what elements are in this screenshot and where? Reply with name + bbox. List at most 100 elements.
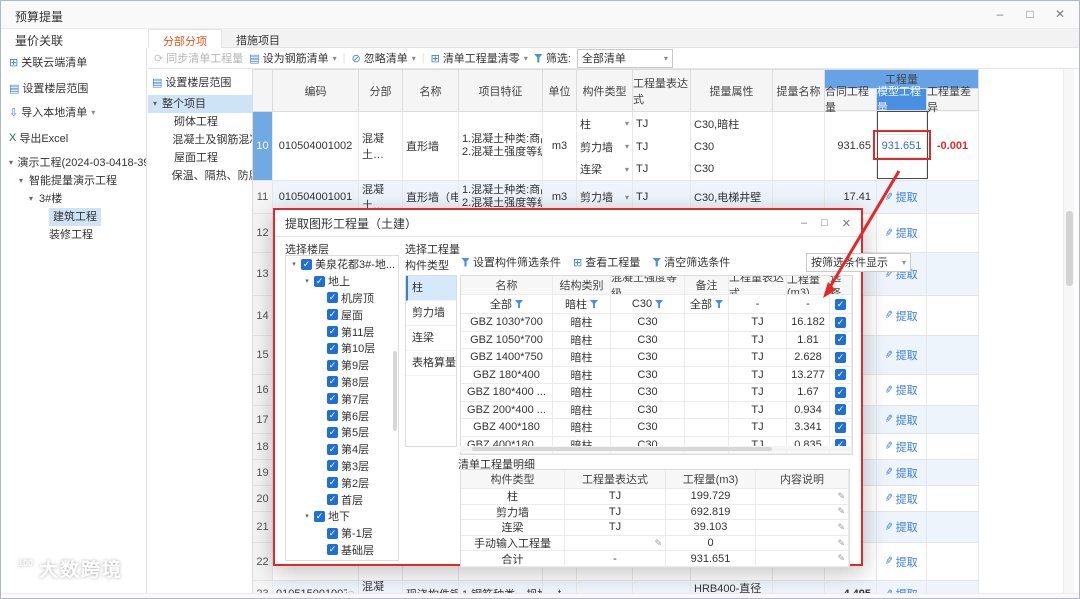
sidebar-tree-item[interactable]: ▾ 智能提量演示工程 <box>1 172 146 190</box>
col-header[interactable]: 提量属性 <box>691 70 773 112</box>
checkbox-checked-icon[interactable]: ✓ <box>835 369 846 381</box>
floor-panel-item[interactable]: 屋面工程 <box>148 149 252 167</box>
component-row[interactable]: GBZ 1400*750 暗柱 C30 TJ 2.628 ✓ <box>461 349 852 367</box>
col-header[interactable]: 工程量表达式 <box>565 470 666 489</box>
checkbox-checked-icon[interactable]: ✓ <box>327 460 338 472</box>
maximize-icon[interactable]: □ <box>1023 7 1037 21</box>
col-header[interactable]: 选择 <box>830 276 852 295</box>
row-number[interactable]: 22 <box>253 543 273 580</box>
col-header[interactable]: 工程量(m3) <box>666 470 756 489</box>
extract-button[interactable]: ✎提取 <box>884 412 917 428</box>
edit-icon[interactable]: ✎ <box>837 553 845 564</box>
col-header[interactable]: 编码 <box>273 70 359 112</box>
checkbox-checked-icon[interactable]: ✓ <box>835 421 846 433</box>
col-header[interactable]: 提量名称 <box>773 70 825 112</box>
checkbox-checked-icon[interactable]: ✓ <box>327 376 338 388</box>
row-number[interactable]: 21 <box>253 512 273 542</box>
checkbox-checked-icon[interactable]: ✓ <box>327 443 338 455</box>
row-number[interactable]: 15 <box>253 336 273 374</box>
extract-button[interactable]: ✎提取 <box>884 189 917 205</box>
col-header-diff[interactable]: 工程量差异 <box>927 86 979 114</box>
floor-checkbox-item[interactable]: ✓ 基础层 <box>286 542 398 559</box>
checkbox-checked-icon[interactable]: ✓ <box>327 544 338 556</box>
set-rebar-button[interactable]: ▤ 设为钢筋清单 ▾ <box>249 50 336 66</box>
checkbox-checked-icon[interactable]: ✓ <box>327 426 338 438</box>
floor-checkbox-item[interactable]: ▾ ✓ 地下 <box>286 508 398 525</box>
sync-qty-button[interactable]: ⟳ 同步清单工程量 <box>154 50 243 66</box>
close-icon[interactable]: ✕ <box>1053 7 1067 21</box>
set-component-filter-button[interactable]: 设置构件筛选条件 <box>461 254 561 270</box>
row-number[interactable]: 19 <box>253 460 273 485</box>
floor-checkbox-item[interactable]: ▾美泉花都3#-... <box>286 558 398 561</box>
col-header[interactable]: 工程量(m3) <box>787 276 830 295</box>
checkbox-checked-icon[interactable]: ✓ <box>314 275 325 287</box>
scrollbar-thumb[interactable] <box>393 351 397 431</box>
col-header[interactable]: 备注 <box>685 276 729 295</box>
checkbox-checked-icon[interactable]: ✓ <box>327 359 338 371</box>
edit-icon[interactable]: ✎ <box>837 506 845 517</box>
row-number[interactable]: 13 <box>253 253 273 295</box>
ignore-list-button[interactable]: ⊘ 忽略清单 ▾ <box>352 50 416 66</box>
minimize-icon[interactable]: – <box>993 7 1007 21</box>
floor-panel-item[interactable]: 保温、隔热、防腐工程 <box>148 167 252 185</box>
checkbox-checked-icon[interactable]: ✓ <box>835 298 846 310</box>
floor-panel-item[interactable]: 混凝土及钢筋混凝... <box>148 131 252 149</box>
cell-type[interactable]: 剪力墙 ▾ <box>577 135 633 158</box>
component-type-item[interactable]: 连梁 <box>406 326 456 351</box>
floor-checkbox-item[interactable]: ✓ 第6层 <box>286 407 398 424</box>
edit-icon[interactable]: ✎ <box>837 491 845 502</box>
floor-panel-item[interactable]: 砌体工程 <box>148 113 252 131</box>
col-header[interactable]: 名称 <box>403 70 459 112</box>
row-number[interactable]: 16 <box>253 375 273 405</box>
cloud-list-button[interactable]: ⊞ 关联云端清单 <box>9 54 87 70</box>
edit-icon[interactable]: ✎ <box>837 538 845 549</box>
row-number[interactable]: 18 <box>253 434 273 459</box>
col-header[interactable]: 内容说明 <box>756 470 849 489</box>
scrollbar-thumb[interactable] <box>472 447 772 451</box>
col-header[interactable]: 工程量表达式 <box>729 276 787 295</box>
view-qty-button[interactable]: ⊞ 查看工程量 <box>573 254 640 270</box>
extract-button[interactable]: ✎提取 <box>884 519 917 535</box>
clear-qty-button[interactable]: ⊞ 清单工程量清零 ▾ <box>431 50 528 66</box>
component-row[interactable]: GBZ 400*180 暗柱 C30 TJ 3.341 ✓ <box>461 419 852 437</box>
row-number[interactable]: 10 <box>253 112 273 180</box>
extract-button[interactable]: ✎提取 <box>884 554 917 570</box>
floor-checkbox-item[interactable]: ✓ 第11层 <box>286 323 398 340</box>
col-header[interactable]: 结构类别 <box>553 276 611 295</box>
close-icon[interactable]: ✕ <box>842 217 851 230</box>
checkbox-unchecked-icon[interactable] <box>301 560 314 561</box>
sidebar-tree-item[interactable]: ▾ 3#楼 <box>1 190 146 208</box>
floor-checkbox-item[interactable]: ✓ 第4层 <box>286 441 398 458</box>
component-row[interactable]: GBZ 180*400 ... 暗柱 C30 TJ 1.67 ✓ <box>461 384 852 402</box>
sidebar-tree-item[interactable]: 建筑工程 <box>1 208 146 226</box>
sidebar-tree-item[interactable]: ▾演示工程(2024-03-0418-39-37) <box>1 154 146 172</box>
row-number[interactable]: 17 <box>253 406 273 433</box>
component-type-item[interactable]: 剪力墙 <box>406 301 456 326</box>
checkbox-checked-icon[interactable]: ✓ <box>835 316 846 328</box>
row-number[interactable]: 14 <box>253 296 273 335</box>
col-header[interactable]: 工程量表达式 <box>633 70 691 112</box>
floor-checkbox-item[interactable]: ✓ 首层 <box>286 491 398 508</box>
floor-checkbox-item[interactable]: ✓ 第9层 <box>286 357 398 374</box>
extract-button[interactable]: ✎提取 <box>884 308 917 324</box>
maximize-icon[interactable]: □ <box>821 217 828 230</box>
floor-checkbox-item[interactable]: ✓ 第3层 <box>286 458 398 475</box>
floor-checkbox-item[interactable]: ✓ 屋面 <box>286 306 398 323</box>
cell-type[interactable]: 连梁 ▾ <box>577 158 633 180</box>
floor-checkbox-item[interactable]: ▾ ✓ 美泉花都3#-地... <box>286 256 398 273</box>
checkbox-checked-icon[interactable]: ✓ <box>835 386 846 398</box>
col-header[interactable]: 构件类型 <box>577 70 633 112</box>
checkbox-checked-icon[interactable]: ✓ <box>327 292 338 304</box>
extract-button[interactable]: ✎提取 <box>884 382 917 398</box>
floor-checkbox-item[interactable]: ✓ 第10层 <box>286 340 398 357</box>
extract-button[interactable]: ✎提取 <box>884 225 917 241</box>
floor-panel-item[interactable]: ▾ 整个项目 <box>148 95 252 113</box>
col-header[interactable]: 单位 <box>543 70 577 112</box>
edit-icon[interactable]: ✎ <box>654 538 662 549</box>
checkbox-checked-icon[interactable]: ✓ <box>327 326 338 338</box>
checkbox-checked-icon[interactable]: ✓ <box>327 393 338 405</box>
checkbox-checked-icon[interactable]: ✓ <box>835 351 846 363</box>
horizontal-scrollbar[interactable] <box>460 446 851 452</box>
checkbox-checked-icon[interactable]: ✓ <box>327 477 338 489</box>
edit-icon[interactable]: ✎ <box>837 522 845 533</box>
